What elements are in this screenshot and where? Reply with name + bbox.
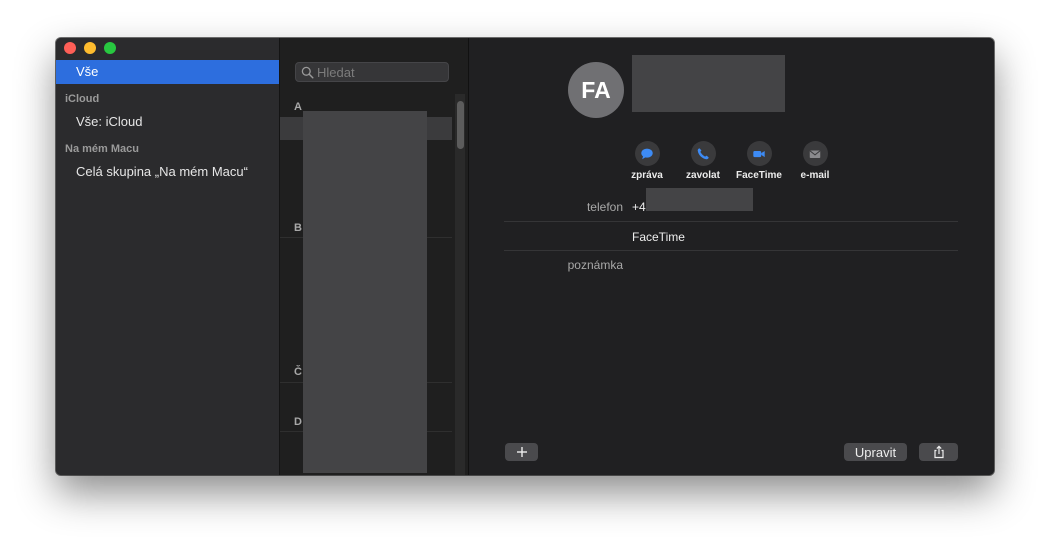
window-controls [64, 42, 116, 54]
share-icon [933, 445, 944, 459]
phone-label: telefon [586, 200, 623, 214]
sidebar-header-icloud: iCloud [65, 93, 100, 105]
sidebar-item-all[interactable]: Vše [56, 60, 279, 84]
section-letter-a: A [294, 101, 302, 113]
action-message[interactable]: zpráva [617, 141, 677, 181]
action-email[interactable]: e-mail [785, 141, 845, 181]
search-field[interactable] [295, 62, 449, 82]
add-button[interactable] [505, 443, 538, 461]
scrollbar-track[interactable] [455, 94, 465, 475]
note-label: poznámka [567, 258, 623, 272]
message-bubble-icon [641, 148, 653, 159]
close-button[interactable] [64, 42, 76, 54]
envelope-icon [809, 149, 821, 158]
edit-button[interactable]: Upravit [844, 443, 907, 461]
phone-icon [697, 147, 709, 159]
share-button[interactable] [919, 443, 958, 461]
contact-detail: FA zpráva zavolat FaceTime e-mail telefo… [469, 38, 994, 475]
section-letter-c-caron: Č [294, 366, 302, 378]
sidebar-item-on-my-mac-group[interactable]: Celá skupina „Na mém Macu“ [56, 160, 279, 184]
field-divider [504, 250, 958, 251]
search-input[interactable] [317, 64, 437, 80]
search-icon [301, 66, 314, 79]
facetime-value[interactable]: FaceTime [632, 230, 685, 244]
zoom-button[interactable] [104, 42, 116, 54]
action-message-label: zpráva [631, 170, 663, 181]
sidebar: Vše iCloud Vše: iCloud Na mém Macu Celá … [56, 38, 280, 475]
contacts-window: Vše iCloud Vše: iCloud Na mém Macu Celá … [56, 38, 994, 475]
action-email-label: e-mail [800, 170, 830, 181]
sidebar-item-all-icloud[interactable]: Vše: iCloud [56, 110, 279, 134]
contact-avatar: FA [568, 62, 624, 118]
scrollbar-thumb[interactable] [457, 101, 464, 149]
field-divider [504, 221, 958, 222]
action-call-label: zavolat [686, 170, 720, 181]
phone-value[interactable]: +4 [632, 200, 646, 214]
redacted-contact-name [632, 55, 785, 112]
sidebar-header-on-my-mac: Na mém Macu [65, 143, 139, 155]
section-letter-b: B [294, 222, 302, 234]
contact-list: A B Č D [280, 38, 469, 475]
redacted-contact-names [303, 111, 427, 473]
video-camera-icon [753, 150, 765, 157]
plus-icon [516, 447, 527, 457]
action-call[interactable]: zavolat [673, 141, 733, 181]
section-letter-d: D [294, 416, 302, 428]
redacted-phone-number [646, 188, 753, 211]
action-facetime-label: FaceTime [736, 170, 782, 181]
action-facetime[interactable]: FaceTime [729, 141, 789, 181]
minimize-button[interactable] [84, 42, 96, 54]
